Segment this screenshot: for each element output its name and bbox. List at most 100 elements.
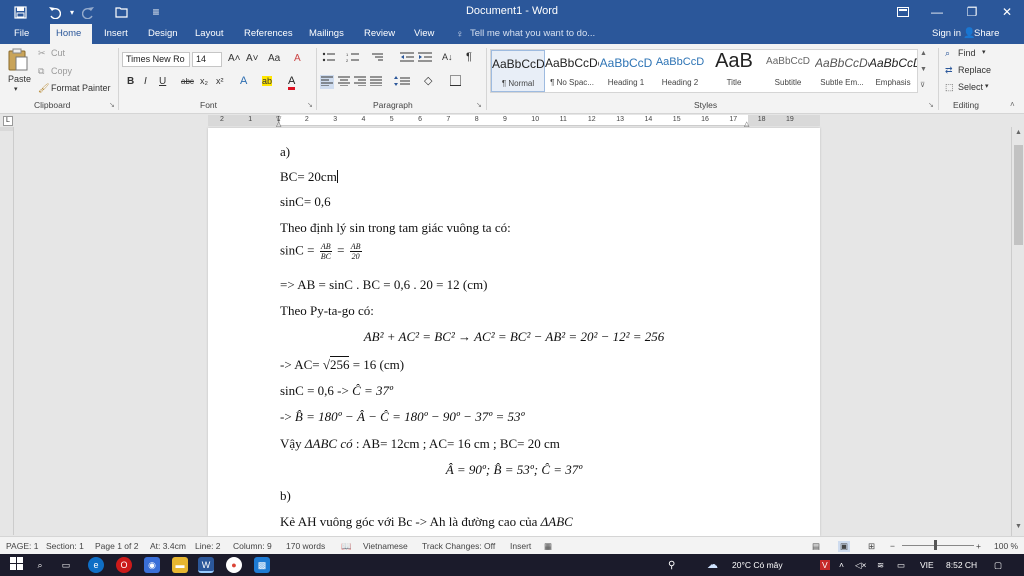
volume-icon[interactable]: ◁×	[855, 560, 867, 571]
scroll-down-icon[interactable]: ▼	[1015, 523, 1022, 530]
web-layout-icon[interactable]: ⊞	[868, 541, 875, 552]
style-normal[interactable]: AaBbCcDc ¶ Normal	[491, 50, 545, 92]
battery-icon[interactable]: ▭	[897, 560, 905, 571]
zoom-out-button[interactable]: −	[890, 541, 895, 551]
text-effects-icon[interactable]: A	[240, 75, 247, 87]
status-column[interactable]: Column: 9	[233, 541, 272, 551]
copy-icon[interactable]: ⧉	[38, 66, 44, 77]
tab-review[interactable]: Review	[358, 24, 401, 44]
replace-icon[interactable]: ⇄	[945, 65, 953, 76]
print-layout-icon[interactable]: ▣	[838, 541, 851, 552]
styles-scroll-down-icon[interactable]: ▼	[920, 66, 927, 73]
find-dropdown-icon[interactable]: ▾	[982, 48, 986, 56]
close-button[interactable]: ✕	[990, 0, 1024, 24]
select-dropdown-icon[interactable]: ▾	[985, 82, 989, 90]
styles-scroll-up-icon[interactable]: ▲	[920, 50, 927, 57]
font-launcher-icon[interactable]: ↘	[307, 101, 313, 109]
hanging-indent-marker[interactable]: △	[276, 120, 281, 128]
style-heading-2[interactable]: AaBbCcD Heading 2	[653, 50, 707, 92]
task-view-icon[interactable]: ▭	[58, 557, 74, 573]
superscript-button[interactable]: x²	[216, 76, 224, 86]
zoom-slider[interactable]	[902, 545, 974, 546]
right-indent-marker[interactable]: △	[744, 120, 749, 128]
tray-app-icon[interactable]: V	[820, 560, 830, 570]
zoom-level[interactable]: 100 %	[994, 541, 1018, 551]
tab-file[interactable]: File	[8, 24, 35, 44]
align-left-icon[interactable]	[320, 75, 334, 89]
line-spacing-icon[interactable]	[394, 76, 410, 88]
wifi-icon[interactable]: ≋	[877, 560, 884, 571]
sort-icon[interactable]: A↓	[442, 52, 453, 62]
status-page-of[interactable]: Page 1 of 2	[95, 541, 138, 551]
select-button[interactable]: Select	[958, 82, 983, 92]
replace-button[interactable]: Replace	[958, 65, 991, 75]
underline-button[interactable]: U	[159, 76, 166, 87]
input-language[interactable]: VIE	[920, 560, 934, 570]
find-button[interactable]: Find	[958, 48, 976, 58]
word-app-icon[interactable]: W	[198, 557, 214, 573]
vertical-ruler[interactable]	[0, 127, 14, 535]
tab-home[interactable]: Home	[50, 24, 92, 44]
font-name-combo[interactable]: Times New Ro	[122, 52, 190, 67]
file-explorer-icon[interactable]: ▬	[172, 557, 188, 573]
align-right-icon[interactable]	[354, 76, 366, 88]
increase-indent-icon[interactable]	[418, 52, 432, 64]
ribbon-display-icon[interactable]	[886, 0, 920, 24]
edge-browser-icon[interactable]: e	[88, 557, 104, 573]
sign-in-link[interactable]: Sign in	[932, 24, 961, 44]
borders-icon[interactable]	[450, 75, 461, 88]
justify-icon[interactable]	[370, 76, 382, 88]
numbering-icon[interactable]: 12	[346, 52, 364, 64]
people-icon[interactable]: ⚲	[668, 560, 675, 571]
show-hidden-icons-icon[interactable]: ˄	[839, 560, 844, 570]
read-mode-icon[interactable]: ▤	[812, 541, 820, 552]
cut-button[interactable]: Cut	[51, 48, 65, 58]
font-color-icon[interactable]: A	[288, 75, 296, 90]
change-case-icon[interactable]: Aa	[268, 53, 280, 64]
paragraph-launcher-icon[interactable]: ↘	[476, 101, 482, 109]
restore-button[interactable]: ❐	[955, 0, 989, 24]
styles-launcher-icon[interactable]: ↘	[928, 101, 934, 109]
status-page[interactable]: PAGE: 1	[6, 541, 38, 551]
italic-button[interactable]: I	[144, 76, 147, 87]
format-painter-icon[interactable]: 🖌	[38, 83, 49, 94]
grow-font-icon[interactable]: A˄	[228, 53, 241, 64]
status-word-count[interactable]: 170 words	[286, 541, 325, 551]
horizontal-ruler[interactable]: 2 1 1 2 3 4 5 6 7 8 9 10 11 12 13 14 15 16 17 18 19 ▽ △ △	[208, 115, 820, 128]
style-emphasis[interactable]: AaBbCcDc Emphasis	[869, 50, 917, 92]
status-insert-mode[interactable]: Insert	[510, 541, 531, 551]
bold-button[interactable]: B	[127, 76, 134, 87]
status-language[interactable]: Vietnamese	[363, 541, 408, 551]
status-at[interactable]: At: 3.4cm	[150, 541, 186, 551]
shading-icon[interactable]: ◇	[424, 74, 432, 87]
clock[interactable]: 8:52 CH	[946, 560, 977, 570]
windows-start-icon[interactable]	[8, 557, 24, 573]
notifications-icon[interactable]: ▢	[994, 560, 1002, 571]
zoom-slider-thumb[interactable]	[934, 540, 937, 550]
align-center-icon[interactable]	[338, 76, 350, 88]
status-section[interactable]: Section: 1	[46, 541, 84, 551]
bullets-icon[interactable]	[322, 52, 340, 64]
style-subtitle[interactable]: AaBbCcD Subtitle	[761, 50, 815, 92]
minimize-button[interactable]: —	[920, 0, 954, 24]
clear-formatting-icon[interactable]: A	[294, 53, 301, 64]
show-marks-icon[interactable]: ¶	[466, 51, 472, 63]
style-heading-1[interactable]: AaBbCcD Heading 1	[599, 50, 653, 92]
vertical-scrollbar[interactable]: ▲ ▼	[1011, 127, 1024, 536]
format-painter-button[interactable]: Format Painter	[51, 83, 111, 93]
tab-view[interactable]: View	[408, 24, 440, 44]
style-no-spacing[interactable]: AaBbCcDc ¶ No Spac...	[545, 50, 599, 92]
decrease-indent-icon[interactable]	[400, 52, 414, 64]
search-icon[interactable]: ⌕	[32, 557, 48, 573]
styles-more-icon[interactable]: ⊽	[920, 81, 925, 89]
paste-icon[interactable]	[7, 48, 31, 72]
tell-me-search[interactable]: Tell me what you want to do...	[470, 24, 595, 44]
tab-layout[interactable]: Layout	[189, 24, 230, 44]
copy-button[interactable]: Copy	[51, 66, 72, 76]
font-size-combo[interactable]: 14	[192, 52, 222, 67]
strikethrough-button[interactable]: abc	[181, 77, 194, 86]
multilevel-list-icon[interactable]	[370, 52, 388, 64]
chrome-browser-icon[interactable]: ●	[226, 557, 242, 573]
tab-design[interactable]: Design	[142, 24, 184, 44]
messenger-icon[interactable]: ◉	[144, 557, 160, 573]
